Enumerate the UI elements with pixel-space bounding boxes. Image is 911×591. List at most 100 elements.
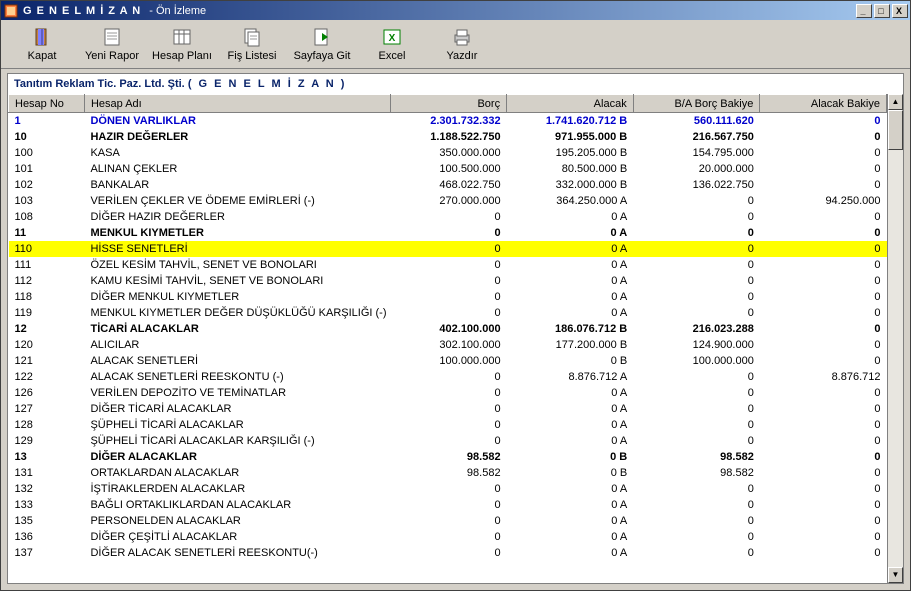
cell-alacak: 1.741.620.712 B bbox=[507, 113, 634, 129]
cell-hesap-adi: ŞÜPHELİ TİCARİ ALACAKLAR bbox=[84, 417, 390, 433]
toolbar: Kapat Yeni Rapor Hesap Planı Fiş Listesi… bbox=[1, 20, 910, 69]
cell-borc: 0 bbox=[391, 529, 507, 545]
cell-alacak: 0 A bbox=[507, 433, 634, 449]
cell-alacak-bakiye: 0 bbox=[760, 257, 887, 273]
col-alacak-bakiye[interactable]: Alacak Bakiye bbox=[760, 95, 887, 113]
hesap-plani-button[interactable]: Hesap Planı bbox=[147, 24, 217, 64]
table-row[interactable]: 136DİĞER ÇEŞİTLİ ALACAKLAR00 A00 bbox=[9, 529, 887, 545]
cell-hesap-no: 137 bbox=[9, 545, 85, 561]
table-row[interactable]: 13DİĞER ALACAKLAR98.5820 B98.5820 bbox=[9, 449, 887, 465]
table-row[interactable]: 121ALACAK SENETLERİ100.000.0000 B100.000… bbox=[9, 353, 887, 369]
cell-bakiye: 0 bbox=[633, 241, 760, 257]
fis-listesi-button[interactable]: Fiş Listesi bbox=[217, 24, 287, 64]
table-row[interactable]: 112KAMU KESİMİ TAHVİL, SENET VE BONOLARI… bbox=[9, 273, 887, 289]
cell-bakiye: 0 bbox=[633, 513, 760, 529]
maximize-button[interactable]: □ bbox=[874, 4, 890, 18]
table-row[interactable]: 10HAZIR DEĞERLER1.188.522.750971.955.000… bbox=[9, 129, 887, 145]
cell-bakiye: 0 bbox=[633, 225, 760, 241]
cell-hesap-no: 112 bbox=[9, 273, 85, 289]
table-row[interactable]: 102BANKALAR468.022.750332.000.000 B136.0… bbox=[9, 177, 887, 193]
cell-alacak: 195.205.000 B bbox=[507, 145, 634, 161]
content-pane: Tanıtım Reklam Tic. Paz. Ltd. Şti. ( G E… bbox=[7, 73, 904, 584]
table-row[interactable]: 131ORTAKLARDAN ALACAKLAR98.5820 B98.5820 bbox=[9, 465, 887, 481]
scroll-down-button[interactable]: ▼ bbox=[888, 567, 903, 583]
window-title-sub: - Ön İzleme bbox=[149, 5, 206, 17]
col-hesap-adi[interactable]: Hesap Adı bbox=[84, 95, 390, 113]
col-hesap-no[interactable]: Hesap No bbox=[9, 95, 85, 113]
cell-alacak-bakiye: 0 bbox=[760, 209, 887, 225]
cell-alacak-bakiye: 94.250.000 bbox=[760, 193, 887, 209]
cell-hesap-no: 120 bbox=[9, 337, 85, 353]
close-button[interactable]: X bbox=[892, 4, 908, 18]
table-row[interactable]: 126VERİLEN DEPOZİTO VE TEMİNATLAR00 A00 bbox=[9, 385, 887, 401]
cell-hesap-adi: DÖNEN VARLIKLAR bbox=[84, 113, 390, 129]
cell-alacak-bakiye: 0 bbox=[760, 529, 887, 545]
cell-alacak-bakiye: 0 bbox=[760, 385, 887, 401]
table-row[interactable]: 133BAĞLI ORTAKLIKLARDAN ALACAKLAR00 A00 bbox=[9, 497, 887, 513]
report-name: ( G E N E L M İ Z A N ) bbox=[188, 78, 347, 90]
cell-hesap-adi: ALACAK SENETLERİ bbox=[84, 353, 390, 369]
table-row[interactable]: 118DİĞER MENKUL KIYMETLER00 A00 bbox=[9, 289, 887, 305]
cell-hesap-adi: ÖZEL KESİM TAHVİL, SENET VE BONOLARI bbox=[84, 257, 390, 273]
table-row[interactable]: 1DÖNEN VARLIKLAR2.301.732.3321.741.620.7… bbox=[9, 113, 887, 129]
scroll-thumb[interactable] bbox=[888, 110, 903, 150]
yazdir-button[interactable]: Yazdır bbox=[427, 24, 497, 64]
cell-borc: 0 bbox=[391, 257, 507, 273]
scroll-up-button[interactable]: ▲ bbox=[888, 94, 903, 110]
cell-hesap-no: 11 bbox=[9, 225, 85, 241]
cell-alacak-bakiye: 0 bbox=[760, 545, 887, 561]
cell-borc: 0 bbox=[391, 305, 507, 321]
col-alacak[interactable]: Alacak bbox=[507, 95, 634, 113]
cell-bakiye: 0 bbox=[633, 289, 760, 305]
door-exit-icon bbox=[31, 26, 53, 48]
table-row[interactable]: 129ŞÜPHELİ TİCARİ ALACAKLAR KARŞILIĞI (-… bbox=[9, 433, 887, 449]
table-row[interactable]: 127DİĞER TİCARİ ALACAKLAR00 A00 bbox=[9, 401, 887, 417]
table-row[interactable]: 122ALACAK SENETLERİ REESKONTU (-)08.876.… bbox=[9, 369, 887, 385]
scroll-track[interactable] bbox=[888, 110, 903, 567]
cell-alacak: 0 A bbox=[507, 289, 634, 305]
col-ba-borc-bakiye[interactable]: B/A Borç Bakiye bbox=[633, 95, 760, 113]
cell-alacak-bakiye: 0 bbox=[760, 337, 887, 353]
table-row[interactable]: 103VERİLEN ÇEKLER VE ÖDEME EMİRLERİ (-)2… bbox=[9, 193, 887, 209]
cell-borc: 0 bbox=[391, 225, 507, 241]
table-row[interactable]: 132İŞTİRAKLERDEN ALACAKLAR00 A00 bbox=[9, 481, 887, 497]
table-row[interactable]: 101ALINAN ÇEKLER100.500.00080.500.000 B2… bbox=[9, 161, 887, 177]
cell-alacak-bakiye: 0 bbox=[760, 177, 887, 193]
cell-alacak: 0 A bbox=[507, 497, 634, 513]
table-row[interactable]: 12TİCARİ ALACAKLAR402.100.000186.076.712… bbox=[9, 321, 887, 337]
sayfaya-git-button[interactable]: Sayfaya Git bbox=[287, 24, 357, 64]
excel-button[interactable]: X Excel bbox=[357, 24, 427, 64]
table-row[interactable]: 11MENKUL KIYMETLER00 A00 bbox=[9, 225, 887, 241]
table-row[interactable]: 135PERSONELDEN ALACAKLAR00 A00 bbox=[9, 513, 887, 529]
account-plan-icon bbox=[171, 26, 193, 48]
cell-hesap-adi: DİĞER HAZIR DEĞERLER bbox=[84, 209, 390, 225]
vertical-scrollbar[interactable]: ▲ ▼ bbox=[887, 94, 903, 583]
minimize-button[interactable]: _ bbox=[856, 4, 872, 18]
cell-hesap-adi: BAĞLI ORTAKLIKLARDAN ALACAKLAR bbox=[84, 497, 390, 513]
cell-hesap-adi: İŞTİRAKLERDEN ALACAKLAR bbox=[84, 481, 390, 497]
kapat-button[interactable]: Kapat bbox=[7, 24, 77, 64]
kapat-label: Kapat bbox=[28, 50, 57, 62]
table-row[interactable]: 108DİĞER HAZIR DEĞERLER00 A00 bbox=[9, 209, 887, 225]
cell-borc: 468.022.750 bbox=[391, 177, 507, 193]
excel-icon: X bbox=[381, 26, 403, 48]
cell-hesap-adi: DİĞER MENKUL KIYMETLER bbox=[84, 289, 390, 305]
table-row[interactable]: 100KASA350.000.000195.205.000 B154.795.0… bbox=[9, 145, 887, 161]
table-row[interactable]: 119MENKUL KIYMETLER DEĞER DÜŞÜKLÜĞÜ KARŞ… bbox=[9, 305, 887, 321]
table-row[interactable]: 128ŞÜPHELİ TİCARİ ALACAKLAR00 A00 bbox=[9, 417, 887, 433]
cell-hesap-no: 103 bbox=[9, 193, 85, 209]
cell-hesap-no: 110 bbox=[9, 241, 85, 257]
cell-hesap-adi: VERİLEN ÇEKLER VE ÖDEME EMİRLERİ (-) bbox=[84, 193, 390, 209]
table-row[interactable]: 120ALICILAR302.100.000177.200.000 B124.9… bbox=[9, 337, 887, 353]
cell-hesap-no: 108 bbox=[9, 209, 85, 225]
table-row[interactable]: 137DİĞER ALACAK SENETLERİ REESKONTU(-)00… bbox=[9, 545, 887, 561]
table-row[interactable]: 111ÖZEL KESİM TAHVİL, SENET VE BONOLARI0… bbox=[9, 257, 887, 273]
cell-hesap-no: 127 bbox=[9, 401, 85, 417]
cell-alacak-bakiye: 0 bbox=[760, 401, 887, 417]
cell-hesap-no: 133 bbox=[9, 497, 85, 513]
col-borc[interactable]: Borç bbox=[391, 95, 507, 113]
yazdir-label: Yazdır bbox=[447, 50, 478, 62]
yeni-rapor-button[interactable]: Yeni Rapor bbox=[77, 24, 147, 64]
cell-hesap-no: 13 bbox=[9, 449, 85, 465]
table-row[interactable]: 110HİSSE SENETLERİ00 A00 bbox=[9, 241, 887, 257]
